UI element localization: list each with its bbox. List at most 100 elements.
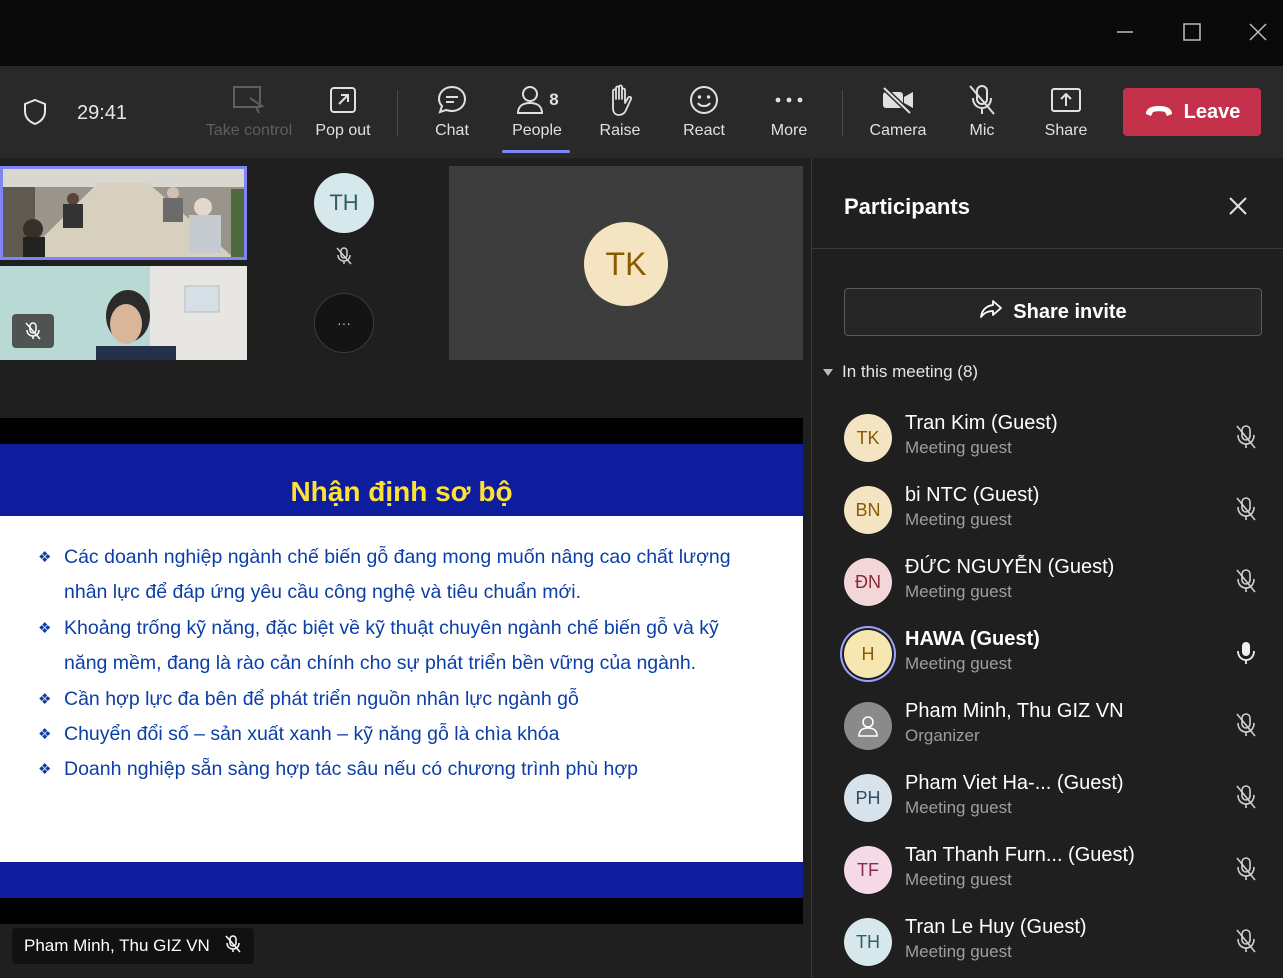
room-video-feed <box>3 169 244 257</box>
shield-icon[interactable] <box>22 98 48 131</box>
slide-header: Nhận định sơ bộ <box>0 444 803 516</box>
camera-off-icon <box>881 82 915 118</box>
meeting-stage: TH ··· TK Nhận định sơ bộ ❖ Các doanh ngh… <box>0 158 811 978</box>
avatar-initials: TK <box>605 245 647 282</box>
maximize-icon[interactable] <box>1174 14 1210 50</box>
participant-role: Meeting guest <box>905 798 1012 817</box>
in-meeting-section-header[interactable]: In this meeting (8) <box>822 362 978 382</box>
participant-role: Meeting guest <box>905 510 1012 529</box>
avatar-th[interactable]: TH <box>314 173 374 233</box>
bullet-text: Các doanh nghiệp ngành chế biến gỗ đang … <box>64 546 731 604</box>
people-active-indicator <box>502 150 570 153</box>
slide-canvas: Nhận định sơ bộ ❖ Các doanh nghiệp ngành … <box>0 444 803 898</box>
slide-footer <box>0 862 803 898</box>
camera-button[interactable]: Camera <box>868 82 928 146</box>
more-participants-tile[interactable]: ··· <box>314 293 374 353</box>
avatar <box>844 702 892 750</box>
slide-bullet: ❖ Các doanh nghiệp ngành chế biến gỗ đang… <box>38 540 758 611</box>
panel-title: Participants <box>844 194 970 219</box>
pop-out-icon <box>328 82 358 118</box>
bullet-icon: ❖ <box>38 726 52 744</box>
mic-button[interactable]: Mic <box>966 82 998 146</box>
chat-icon <box>436 82 468 118</box>
toolbar-divider <box>842 90 843 136</box>
raise-label: Raise <box>599 122 641 139</box>
bullet-icon: ❖ <box>38 619 52 637</box>
participant-row[interactable]: Pham Minh, Thu GIZ VN Organizer <box>844 696 1264 756</box>
participant-row[interactable]: H HAWA (Guest) Meeting guest <box>844 624 1264 684</box>
participant-role: Organizer <box>905 726 980 745</box>
mic-off-icon[interactable] <box>1234 496 1258 527</box>
avatar-initials: BN <box>855 499 881 520</box>
leave-label: Leave <box>1183 100 1241 123</box>
leave-button[interactable]: Leave <box>1123 88 1261 136</box>
section-label: In this meeting (8) <box>842 362 979 381</box>
avatar-tk: TK <box>584 222 668 306</box>
meeting-timer: 29:41 <box>77 102 128 124</box>
avatar: ĐN <box>844 558 892 606</box>
video-tile-person[interactable] <box>0 266 247 360</box>
avatar-initials: TH <box>329 190 359 215</box>
smiley-icon <box>688 82 720 118</box>
avatar: TH <box>844 918 892 966</box>
share-button[interactable]: Share <box>1044 82 1088 146</box>
chevron-down-icon <box>822 362 834 382</box>
slide-bullet: ❖ Cần hợp lực đa bên để phát triển nguồn … <box>38 682 758 717</box>
participant-row[interactable]: TH Tran Le Huy (Guest) Meeting guest <box>844 912 1264 972</box>
participant-name: Tran Le Huy (Guest) <box>905 916 1087 938</box>
mic-off-icon[interactable] <box>1234 424 1258 455</box>
mic-off-icon <box>967 82 997 118</box>
mic-off-icon[interactable] <box>1234 856 1258 887</box>
avatar-initials: TH <box>856 931 880 952</box>
avatar-initials: H <box>861 643 875 664</box>
mic-off-icon <box>335 246 353 271</box>
people-label: People <box>512 122 562 139</box>
more-button[interactable]: More <box>768 82 810 146</box>
mic-on-icon[interactable] <box>1234 640 1258 671</box>
more-label: More <box>770 122 808 139</box>
participant-name: Tan Thanh Furn... (Guest) <box>905 844 1135 866</box>
mic-off-icon[interactable] <box>1234 928 1258 959</box>
participant-row[interactable]: PH Pham Viet Ha-... (Guest) Meeting gues… <box>844 768 1264 828</box>
close-panel-icon[interactable] <box>1226 194 1250 223</box>
pop-out-button[interactable]: Pop out <box>313 82 373 146</box>
shared-presentation[interactable]: Nhận định sơ bộ ❖ Các doanh nghiệp ngành … <box>0 418 803 924</box>
participant-role: Meeting guest <box>905 870 1012 889</box>
mic-off-icon[interactable] <box>1234 784 1258 815</box>
panel-divider <box>812 248 1283 249</box>
react-button[interactable]: React <box>683 82 725 146</box>
avatar-speaking: H <box>844 630 892 678</box>
share-invite-label: Share invite <box>1013 300 1127 323</box>
camera-label: Camera <box>869 122 927 139</box>
minimize-icon[interactable] <box>1107 14 1143 50</box>
share-screen-icon <box>1050 82 1082 118</box>
mic-off-icon[interactable] <box>1234 568 1258 599</box>
participant-name: ĐỨC NGUYỄN (Guest) <box>905 556 1115 578</box>
slide-bullet: ❖ Doanh nghiệp sẵn sàng hợp tác sâu nếu c… <box>38 752 758 787</box>
people-button[interactable]: 8 People <box>508 82 566 146</box>
person-icon <box>858 716 878 737</box>
video-tile-tk[interactable]: TK <box>449 166 803 360</box>
participant-name: Tran Kim (Guest) <box>905 412 1058 434</box>
chat-button[interactable]: Chat <box>432 82 472 146</box>
bullet-text: Doanh nghiệp sẵn sàng hợp tác sâu nếu có… <box>64 758 638 781</box>
hand-icon <box>605 82 635 118</box>
participant-row[interactable]: TF Tan Thanh Furn... (Guest) Meeting gue… <box>844 840 1264 900</box>
close-icon[interactable] <box>1240 14 1276 50</box>
participant-name: bi NTC (Guest) <box>905 484 1040 506</box>
participant-row[interactable]: ĐN ĐỨC NGUYỄN (Guest) Meeting guest <box>844 552 1264 612</box>
participant-role: Meeting guest <box>905 942 1012 961</box>
video-tile-room[interactable] <box>0 166 247 260</box>
participant-row[interactable]: BN bi NTC (Guest) Meeting guest <box>844 480 1264 540</box>
avatar: BN <box>844 486 892 534</box>
take-control-button[interactable]: Take control <box>205 82 293 146</box>
participant-name: HAWA (Guest) <box>905 628 1040 650</box>
raise-hand-button[interactable]: Raise <box>600 82 640 146</box>
participant-row[interactable]: TK Tran Kim (Guest) Meeting guest <box>844 408 1264 468</box>
presenter-name-chip: Pham Minh, Thu GIZ VN <box>12 928 254 964</box>
bullet-text: Chuyển đổi số – sản xuất xanh – kỹ năng … <box>64 723 560 746</box>
share-invite-button[interactable]: Share invite <box>844 288 1262 336</box>
mic-off-icon[interactable] <box>1234 712 1258 743</box>
chat-label: Chat <box>435 122 469 139</box>
react-label: React <box>683 122 725 139</box>
